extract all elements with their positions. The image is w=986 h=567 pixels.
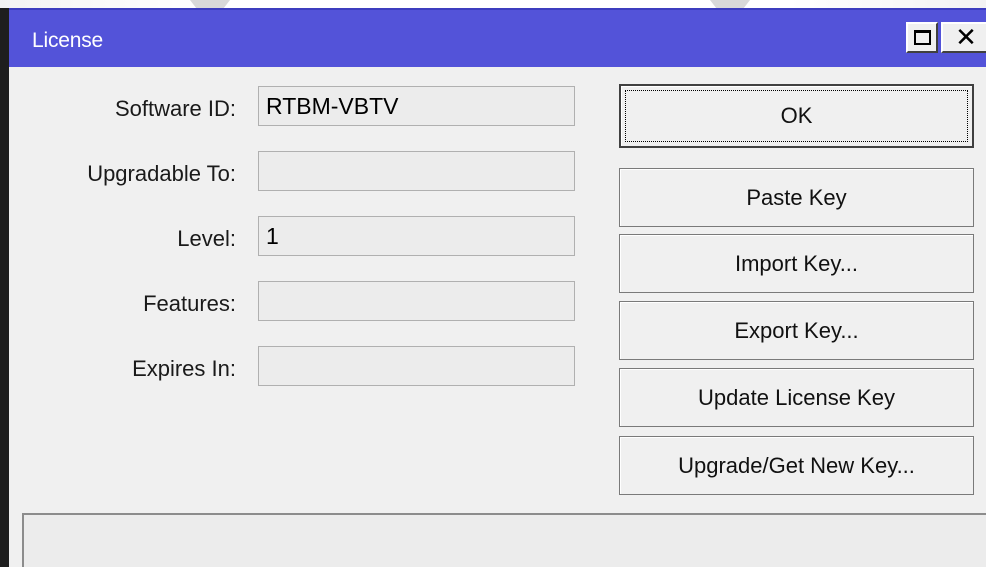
export-key-button-label: Export Key... — [734, 317, 859, 343]
title-bar[interactable]: License ✕ — [9, 8, 986, 67]
export-key-button[interactable]: Export Key... — [619, 301, 974, 360]
upgradable-to-label: Upgradable To: — [87, 161, 236, 186]
focus-ring — [625, 90, 968, 142]
maximize-icon — [913, 30, 931, 45]
expires-in-field[interactable] — [258, 346, 575, 386]
level-field[interactable]: 1 — [258, 216, 575, 256]
import-key-button[interactable]: Import Key... — [619, 234, 974, 293]
features-label: Features: — [143, 291, 236, 316]
close-button[interactable]: ✕ — [941, 22, 986, 53]
status-bar — [22, 513, 986, 567]
upgrade-get-new-key-button[interactable]: Upgrade/Get New Key... — [619, 436, 974, 495]
window-title: License — [32, 29, 103, 52]
paste-key-button[interactable]: Paste Key — [619, 168, 974, 227]
update-license-key-button-label: Update License Key — [698, 384, 895, 410]
update-license-key-button[interactable]: Update License Key — [619, 368, 974, 427]
maximize-button[interactable] — [906, 22, 938, 53]
close-icon: ✕ — [955, 21, 977, 52]
license-window: License ✕ Software ID: RTBM-VBTV Upgrada… — [0, 8, 986, 567]
window-left-border — [0, 8, 9, 567]
upgrade-get-new-key-button-label: Upgrade/Get New Key... — [678, 452, 915, 478]
import-key-button-label: Import Key... — [734, 250, 859, 276]
paste-key-button-label: Paste Key — [746, 184, 847, 210]
expires-in-label: Expires In: — [132, 356, 236, 381]
level-label: Level: — [177, 226, 236, 251]
software-id-label: Software ID: — [114, 96, 236, 121]
ok-button[interactable]: OK — [619, 84, 974, 148]
software-id-field[interactable]: RTBM-VBTV — [258, 86, 575, 126]
upgradable-to-field[interactable] — [258, 151, 575, 191]
features-field[interactable] — [258, 281, 575, 321]
